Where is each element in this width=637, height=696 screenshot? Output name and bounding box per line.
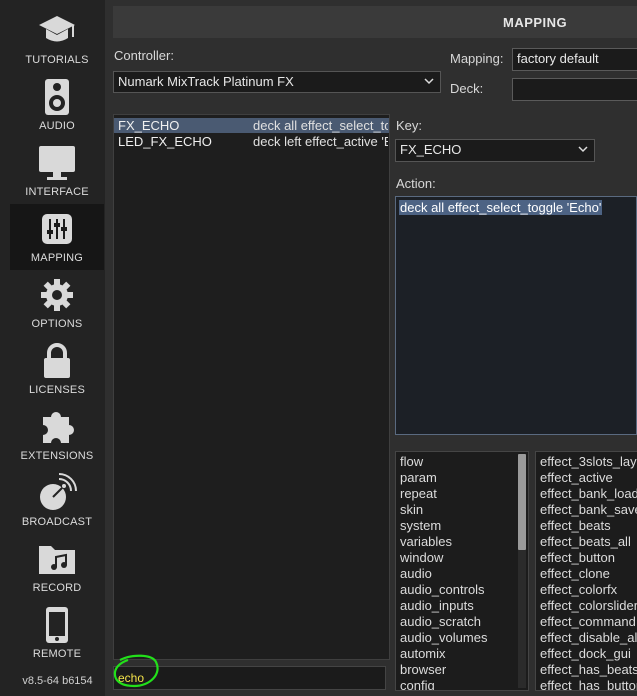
nav-extensions[interactable]: EXTENSIONS	[10, 402, 104, 468]
list-item[interactable]: audio_controls	[400, 582, 485, 597]
list-item[interactable]: skin	[400, 502, 423, 517]
nav-remote[interactable]: REMOTE	[10, 600, 104, 666]
list-item[interactable]: audio_scratch	[400, 614, 481, 629]
lock-icon	[10, 342, 104, 380]
list-item[interactable]: system	[400, 518, 441, 533]
version-label: v8.5-64 b6154	[22, 675, 93, 687]
mapping-list[interactable]: FX_ECHO deck all effect_select_toggle 'E…	[113, 114, 390, 660]
music-folder-icon	[10, 540, 104, 578]
key-value: FX_ECHO	[400, 142, 462, 157]
nav-label: REMOTE	[32, 648, 82, 660]
nav-broadcast[interactable]: BROADCAST	[10, 468, 104, 534]
page-title: MAPPING	[503, 15, 568, 30]
list-item[interactable]: effect_bank_load	[540, 486, 637, 501]
list-item[interactable]: effect_beats	[540, 518, 611, 533]
phone-icon	[10, 606, 104, 644]
nav-label: RECORD	[32, 582, 82, 594]
controller-value: Numark MixTrack Platinum FX	[118, 74, 294, 89]
controller-label: Controller:	[114, 48, 174, 63]
category-list[interactable]: flow param repeat skin system variables …	[395, 451, 529, 691]
list-item[interactable]: effect_disable_all	[540, 630, 637, 645]
satellite-dish-icon	[10, 473, 104, 512]
chevron-down-icon	[578, 146, 588, 153]
mapping-select[interactable]: factory default	[512, 48, 637, 71]
list-item[interactable]: effect_has_button	[540, 678, 637, 690]
nav-options[interactable]: OPTIONS	[10, 270, 104, 336]
nav-label: MAPPING	[30, 252, 84, 264]
monitor-icon	[10, 144, 104, 182]
key-label: Key:	[396, 118, 423, 133]
verb-list[interactable]: effect_3slots_layout effect_active effec…	[535, 451, 637, 691]
graduation-cap-icon	[10, 12, 104, 50]
nav-interface[interactable]: INTERFACE	[10, 138, 104, 204]
nav-label: INTERFACE	[25, 186, 89, 198]
category-scrollbar[interactable]	[518, 454, 526, 688]
nav-mapping[interactable]: MAPPING	[10, 204, 104, 270]
list-item[interactable]: effect_beats_all	[540, 534, 631, 549]
mapping-value: factory default	[517, 51, 599, 66]
nav-record[interactable]: RECORD	[10, 534, 104, 600]
nav-label: EXTENSIONS	[20, 450, 94, 462]
list-item[interactable]: config	[400, 678, 435, 690]
list-item[interactable]: effect_command	[540, 614, 636, 629]
sidebar: TUTORIALS AUDIO INTERFACE MAPPING OPTION…	[0, 0, 105, 696]
main-panel: MAPPING Controller: Numark MixTrack Plat…	[105, 0, 637, 696]
key-select[interactable]: FX_ECHO	[395, 139, 595, 162]
gear-icon	[10, 276, 104, 314]
list-item[interactable]: audio_inputs	[400, 598, 474, 613]
nav-label: OPTIONS	[31, 318, 83, 330]
nav-licenses[interactable]: LICENSES	[10, 336, 104, 402]
list-item[interactable]: audio	[400, 566, 432, 581]
list-item[interactable]: effect_bank_save	[540, 502, 637, 517]
list-item[interactable]: audio_volumes	[400, 630, 487, 645]
mapping-label: Mapping:	[450, 51, 504, 66]
list-item[interactable]: effect_3slots_layout	[540, 454, 637, 469]
nav-label: LICENSES	[28, 384, 85, 396]
list-item[interactable]: effect_clone	[540, 566, 610, 581]
title-bar: MAPPING	[113, 6, 637, 38]
list-item[interactable]: effect_active	[540, 470, 613, 485]
list-item[interactable]: effect_dock_gui	[540, 646, 631, 661]
mapping-row[interactable]: LED_FX_ECHO deck left effect_active 'Ech…	[114, 134, 389, 149]
nav-label: TUTORIALS	[25, 54, 89, 66]
list-item[interactable]: automix	[400, 646, 446, 661]
speaker-icon	[10, 78, 104, 116]
mapping-row[interactable]: FX_ECHO deck all effect_select_toggle 'E…	[114, 118, 389, 133]
list-item[interactable]: variables	[400, 534, 452, 549]
nav-label: AUDIO	[39, 120, 75, 132]
scrollbar-thumb[interactable]	[518, 454, 526, 550]
list-item[interactable]: effect_button	[540, 550, 615, 565]
mapping-action: deck all effect_select_toggle 'Echo'	[253, 118, 388, 133]
action-text: deck all effect_select_toggle 'Echo'	[399, 200, 603, 215]
puzzle-icon	[10, 408, 104, 446]
list-item[interactable]: param	[400, 470, 437, 485]
list-item[interactable]: effect_colorfx	[540, 582, 617, 597]
deck-label: Deck:	[450, 81, 484, 96]
list-item[interactable]: effect_colorslider	[540, 598, 637, 613]
action-editor[interactable]: deck all effect_select_toggle 'Echo'	[395, 196, 637, 435]
mapping-key: LED_FX_ECHO	[118, 134, 212, 149]
nav-label: BROADCAST	[21, 516, 93, 528]
action-label: Action:	[396, 176, 436, 191]
controller-select[interactable]: Numark MixTrack Platinum FX	[113, 71, 441, 93]
mapping-key: FX_ECHO	[118, 118, 180, 133]
chevron-down-icon	[424, 78, 434, 85]
nav-tutorials[interactable]: TUTORIALS	[10, 6, 104, 72]
sliders-icon	[10, 210, 104, 248]
deck-select[interactable]	[512, 78, 637, 101]
list-item[interactable]: effect_has_beats	[540, 662, 637, 677]
list-item[interactable]: window	[400, 550, 443, 565]
list-item[interactable]: browser	[400, 662, 446, 677]
nav-audio[interactable]: AUDIO	[10, 72, 104, 138]
list-item[interactable]: repeat	[400, 486, 437, 501]
mapping-action: deck left effect_active 'Echo'	[253, 134, 388, 149]
list-item[interactable]: flow	[400, 454, 423, 469]
annotation-circle	[113, 654, 159, 688]
